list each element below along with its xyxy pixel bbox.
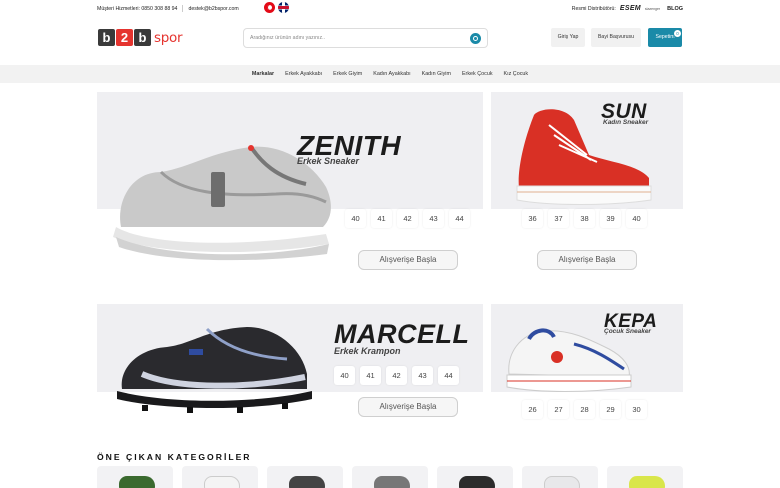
category-shoe-image bbox=[289, 476, 325, 488]
english-flag-icon[interactable] bbox=[278, 2, 289, 13]
banner-subtitle: Erkek Krampon bbox=[334, 346, 401, 356]
category-shoe-image bbox=[629, 476, 665, 488]
marcell-shoe-image bbox=[117, 327, 312, 413]
shop-now-button[interactable]: Alışverişe Başla bbox=[358, 397, 458, 417]
size-options: 26 27 28 29 30 bbox=[522, 400, 647, 419]
size-options: 40 41 42 43 44 bbox=[334, 366, 459, 385]
search-input[interactable]: Aradığınız ürünün adını yazınız.. bbox=[250, 35, 325, 41]
category-card[interactable] bbox=[607, 466, 683, 488]
category-shoe-image bbox=[119, 476, 155, 488]
size-option[interactable]: 42 bbox=[386, 366, 407, 385]
size-option[interactable]: 44 bbox=[438, 366, 459, 385]
size-option[interactable]: 40 bbox=[626, 209, 647, 228]
blog-link[interactable]: BLOG bbox=[667, 6, 683, 12]
size-option[interactable]: 40 bbox=[334, 366, 355, 385]
top-bar: Müşteri Hizmetleri: 0850 308 88 94 deste… bbox=[0, 0, 780, 16]
turkish-flag-icon[interactable] bbox=[264, 2, 275, 13]
shop-now-button[interactable]: Alışverişe Başla bbox=[537, 250, 637, 270]
size-option[interactable]: 36 bbox=[522, 209, 543, 228]
main-nav: Markalar Erkek Ayakkabı Erkek Giyim Kadı… bbox=[0, 65, 780, 83]
logo-letter-b: b bbox=[98, 29, 115, 46]
size-options: 40 41 42 43 44 bbox=[345, 209, 470, 228]
divider bbox=[182, 5, 184, 12]
size-option[interactable]: 37 bbox=[548, 209, 569, 228]
featured-categories-title: ÖNE ÇIKAN KATEGORİLER bbox=[97, 452, 252, 462]
size-option[interactable]: 30 bbox=[626, 400, 647, 419]
category-shoe-image bbox=[204, 476, 240, 488]
category-shoe-image bbox=[544, 476, 580, 488]
login-button[interactable]: Giriş Yap bbox=[551, 28, 585, 47]
size-option[interactable]: 39 bbox=[600, 209, 621, 228]
category-card[interactable] bbox=[352, 466, 428, 488]
search-bar[interactable]: Aradığınız ürünün adını yazınız.. bbox=[243, 28, 488, 48]
dealer-application-button[interactable]: Bayi Başvurusu bbox=[591, 28, 641, 47]
size-option[interactable]: 28 bbox=[574, 400, 595, 419]
category-shoe-image bbox=[459, 476, 495, 488]
category-card[interactable] bbox=[267, 466, 343, 488]
category-card[interactable] bbox=[97, 466, 173, 488]
slazenger-logo[interactable]: slazenger bbox=[645, 7, 660, 11]
category-card[interactable] bbox=[182, 466, 258, 488]
banner-marcell[interactable]: MARCELL Erkek Krampon 40 41 42 43 44 Alı… bbox=[97, 304, 483, 429]
search-icon[interactable] bbox=[470, 33, 481, 44]
size-option[interactable]: 41 bbox=[360, 366, 381, 385]
size-option[interactable]: 43 bbox=[423, 209, 444, 228]
logo-letter-b2: b bbox=[134, 29, 151, 46]
size-option[interactable]: 26 bbox=[522, 400, 543, 419]
nav-item-men-shoes[interactable]: Erkek Ayakkabı bbox=[285, 71, 322, 77]
nav-item-men-clothing[interactable]: Erkek Giyim bbox=[333, 71, 362, 77]
size-option[interactable]: 43 bbox=[412, 366, 433, 385]
nav-item-girls[interactable]: Kız Çocuk bbox=[504, 71, 529, 77]
category-card[interactable] bbox=[437, 466, 513, 488]
hotline-text: Müşteri Hizmetleri: 0850 308 88 94 bbox=[97, 5, 178, 12]
category-carousel bbox=[97, 466, 683, 488]
size-option[interactable]: 41 bbox=[371, 209, 392, 228]
banner-zenith[interactable]: ZENITH Erkek Sneaker 40 41 42 43 44 Alış… bbox=[97, 92, 483, 294]
size-option[interactable]: 27 bbox=[548, 400, 569, 419]
category-shoe-image bbox=[374, 476, 410, 488]
banner-subtitle: Kadın Sneaker bbox=[603, 119, 649, 126]
size-option[interactable]: 42 bbox=[397, 209, 418, 228]
logo-digit-2: 2 bbox=[116, 29, 133, 46]
size-options: 36 37 38 39 40 bbox=[522, 209, 647, 228]
cart-count-badge: 0 bbox=[673, 29, 682, 38]
site-logo[interactable]: b 2 b spor bbox=[98, 29, 183, 46]
contact-info: Müşteri Hizmetleri: 0850 308 88 94 deste… bbox=[97, 5, 239, 12]
distributor-label: Resmi Distribütörü: bbox=[571, 5, 616, 12]
size-option[interactable]: 29 bbox=[600, 400, 621, 419]
banner-subtitle: Çocuk Sneaker bbox=[604, 328, 651, 335]
nav-item-women-shoes[interactable]: Kadın Ayakkabı bbox=[373, 71, 410, 77]
banner-kepa[interactable]: KEPA Çocuk Sneaker 26 27 28 29 30 bbox=[491, 304, 683, 429]
esem-logo[interactable]: ESEM bbox=[620, 5, 641, 12]
email-link[interactable]: destek@b2bspor.com bbox=[188, 6, 238, 12]
nav-item-women-clothing[interactable]: Kadın Giyim bbox=[422, 71, 451, 77]
size-option[interactable]: 44 bbox=[449, 209, 470, 228]
nav-item-boys[interactable]: Erkek Çocuk bbox=[462, 71, 493, 77]
size-option[interactable]: 38 bbox=[574, 209, 595, 228]
nav-item-brands[interactable]: Markalar bbox=[252, 71, 274, 77]
distributor-info: Resmi Distribütörü: ESEM slazenger BLOG bbox=[572, 5, 683, 12]
logo-spor-text: spor bbox=[154, 29, 183, 46]
shop-now-button[interactable]: Alışverişe Başla bbox=[358, 250, 458, 270]
size-option[interactable]: 40 bbox=[345, 209, 366, 228]
banner-subtitle: Erkek Sneaker bbox=[297, 156, 360, 166]
banner-sun[interactable]: SUN Kadın Sneaker 36 37 38 39 40 Alışver… bbox=[491, 92, 683, 294]
category-card[interactable] bbox=[522, 466, 598, 488]
